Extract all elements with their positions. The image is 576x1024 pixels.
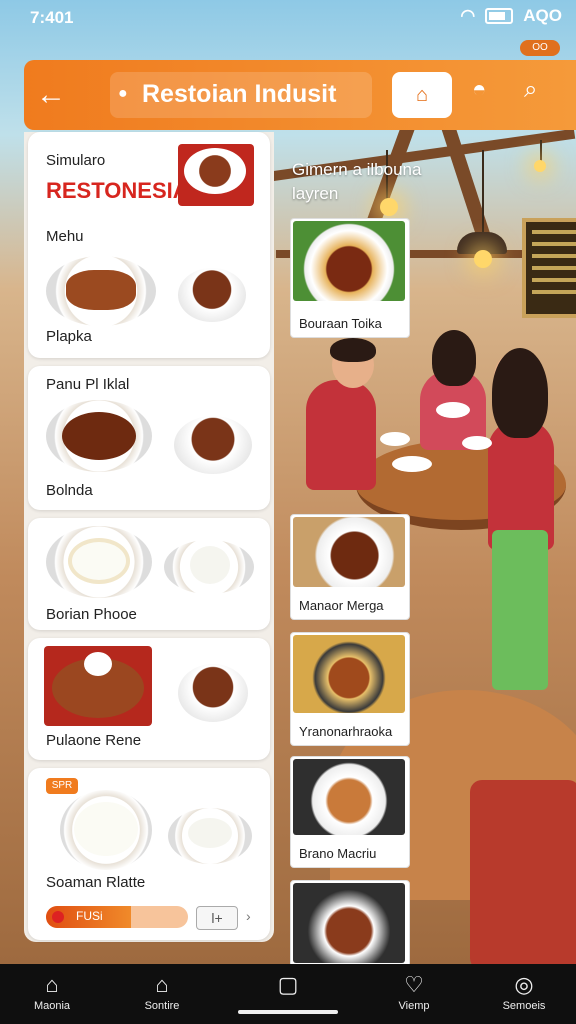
status-time: 7:401 bbox=[30, 8, 74, 27]
home-indicator[interactable] bbox=[238, 1010, 338, 1014]
wifi-icon: ◠ bbox=[460, 6, 476, 25]
back-arrow-icon[interactable]: ← bbox=[36, 78, 72, 114]
list-item[interactable]: Panu Pl Iklal Bolnda bbox=[28, 366, 270, 510]
bowl-image bbox=[178, 268, 246, 322]
status-pill: OO bbox=[520, 40, 560, 56]
dish-card[interactable]: Brano Macriu bbox=[290, 756, 410, 868]
dish-label: Bouraan Toika bbox=[299, 316, 382, 331]
nav-label: Maonia bbox=[33, 1000, 71, 1012]
square-icon: ▢ bbox=[277, 972, 299, 997]
right-panel-header: Gimern a ilbouna layren bbox=[292, 160, 421, 204]
promo-badge: SPR bbox=[46, 778, 78, 794]
home-icon: ⌂ bbox=[45, 972, 59, 997]
dish-label: Manaor Merga bbox=[299, 598, 384, 613]
dish-image bbox=[293, 517, 405, 587]
card-heading: Panu Pl Iklal bbox=[46, 376, 130, 393]
battery-icon bbox=[485, 8, 514, 24]
page-title: Restoian Indusit bbox=[142, 80, 337, 108]
location-pin-icon: ● bbox=[118, 85, 128, 102]
dish-image bbox=[293, 635, 405, 713]
map-button[interactable]: ⌂ bbox=[392, 72, 452, 118]
nav-favorites[interactable]: ♡ Viemp bbox=[374, 970, 454, 1012]
bottom-nav: ⌂ Maonia ⌂ Sontire ▢ ♡ Viemp ◎ Semoeis bbox=[0, 964, 576, 1024]
dish-label: Yranonarhraoka bbox=[299, 724, 393, 739]
chevron-right-icon[interactable]: › bbox=[246, 908, 251, 924]
dish-card[interactable]: Manaor Merga bbox=[290, 514, 410, 620]
brand-logo-text: RESTONESIA bbox=[46, 178, 189, 203]
dish-label: Bolnda bbox=[46, 482, 93, 499]
list-item[interactable]: Borian Phooe bbox=[28, 518, 270, 630]
brand-photo bbox=[178, 144, 254, 206]
quantity-stepper[interactable]: l+ bbox=[196, 906, 238, 930]
bowl-image bbox=[178, 664, 248, 722]
rice-image bbox=[168, 808, 252, 864]
dish-label: Soaman Rlatte bbox=[46, 874, 146, 891]
dish-card[interactable]: Bouraan Toika bbox=[290, 218, 410, 338]
nav-center[interactable]: ▢ bbox=[248, 970, 328, 1000]
user-icon[interactable]: ◓ bbox=[472, 76, 487, 104]
progress-dot-icon bbox=[52, 911, 64, 923]
search-icon[interactable]: ⌕ bbox=[524, 76, 537, 104]
dish-image bbox=[46, 400, 152, 472]
map-icon: ⌂ bbox=[415, 84, 429, 106]
store-icon: ⌂ bbox=[155, 972, 169, 997]
menu-list: Simularo RESTONESIA Mehu Plapka Panu Pl … bbox=[24, 132, 274, 942]
dish-image bbox=[46, 256, 156, 326]
dish-card[interactable]: Yranonarhraoka bbox=[290, 632, 410, 746]
restaurant-card[interactable]: Simularo RESTONESIA Mehu Plapka bbox=[28, 132, 270, 358]
right-header-line2: layren bbox=[292, 184, 339, 203]
status-right-text: AQO bbox=[523, 6, 562, 25]
list-item[interactable]: Pulaone Rene bbox=[28, 638, 270, 760]
nav-store[interactable]: ⌂ Sontire bbox=[122, 970, 202, 1012]
progress-label: FUSi bbox=[76, 909, 103, 923]
menu-board bbox=[522, 218, 576, 318]
dish-image bbox=[46, 526, 152, 598]
app-bar: ← ● Restoian Indusit ⌂ ◓ ⌕ bbox=[24, 60, 576, 130]
nav-profile[interactable]: ◎ Semoeis bbox=[484, 970, 564, 1012]
rice-image bbox=[164, 540, 254, 594]
card-label: Simularo bbox=[46, 152, 106, 169]
dish-card[interactable] bbox=[290, 880, 410, 966]
nav-label: Sontire bbox=[144, 1000, 180, 1012]
right-header-line1: Gimern a ilbouna bbox=[292, 160, 422, 179]
dish-label: Plapka bbox=[46, 328, 92, 345]
nav-label: Semoeis bbox=[502, 1000, 546, 1012]
title-field[interactable]: ● Restoian Indusit bbox=[110, 72, 372, 118]
dish-image bbox=[60, 790, 152, 870]
dish-label: Brano Macriu bbox=[299, 846, 377, 861]
dish-label: Pulaone Rene bbox=[46, 732, 142, 749]
profile-icon: ◎ bbox=[514, 972, 534, 997]
nav-label: Viemp bbox=[398, 1000, 430, 1012]
bowl-image bbox=[174, 416, 252, 474]
dish-image bbox=[293, 883, 405, 963]
dish-image bbox=[44, 646, 152, 726]
section-label: Mehu bbox=[46, 228, 84, 245]
list-item[interactable]: SPR Soaman Rlatte FUSi l+ › bbox=[28, 768, 270, 940]
progress-bar[interactable]: FUSi bbox=[46, 906, 188, 928]
dish-image bbox=[293, 221, 405, 301]
status-bar: 7:401 ◠ AQO bbox=[0, 0, 576, 34]
nav-home[interactable]: ⌂ Maonia bbox=[12, 970, 92, 1012]
heart-icon: ♡ bbox=[404, 972, 424, 997]
dish-label: Borian Phooe bbox=[46, 606, 137, 623]
dish-image bbox=[293, 759, 405, 835]
